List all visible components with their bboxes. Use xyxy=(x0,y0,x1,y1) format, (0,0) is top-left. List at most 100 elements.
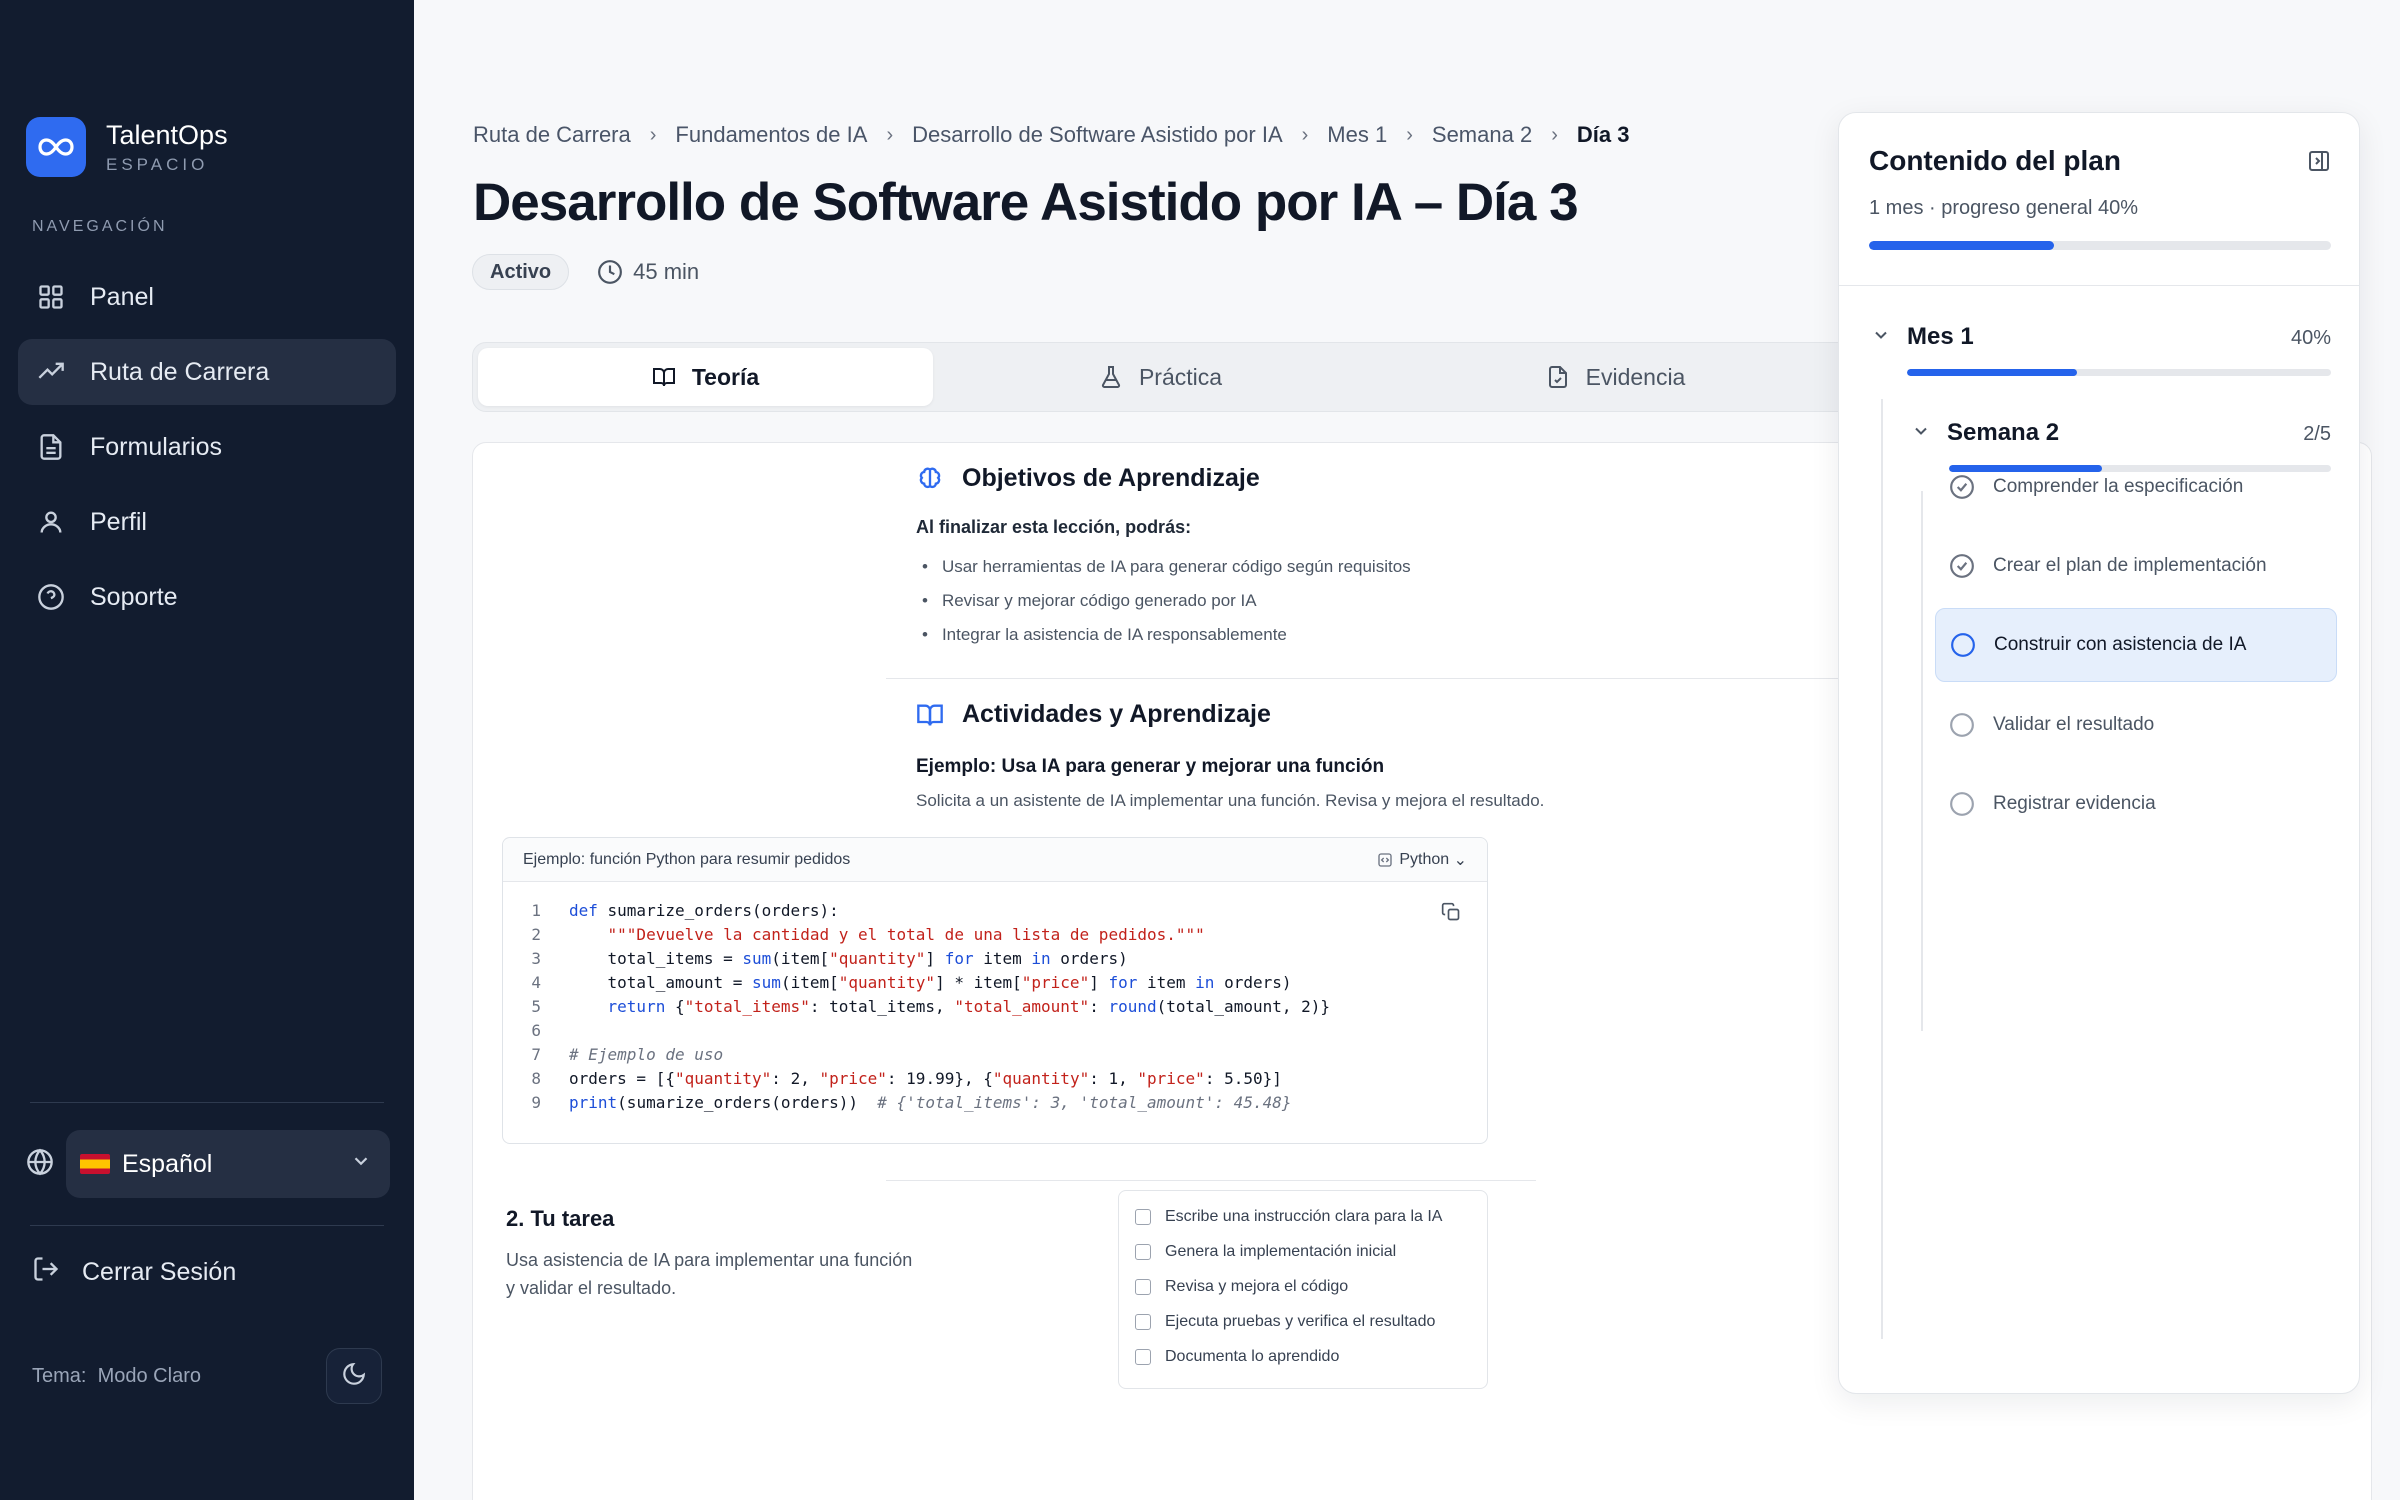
code-line: 3 total_items = sum (item["quantity"] for… xyxy=(503,946,1487,970)
code-token: # Ejemplo de uso xyxy=(569,1044,724,1064)
chevron-right-icon: › xyxy=(649,123,657,146)
code-token: "quantity" xyxy=(992,1068,1090,1088)
checklist-label: Revisa y mejora el código xyxy=(1165,1277,1349,1295)
checkbox[interactable] xyxy=(1135,1348,1151,1365)
code-line: 9 print (sumarize_orders(orders)) # {'tota… xyxy=(503,1090,1487,1114)
chevron-down-icon xyxy=(1871,325,1891,350)
brand[interactable]: TalentOps ESPACIO xyxy=(26,117,228,177)
breadcrumb-item[interactable]: Fundamentos de IA xyxy=(675,122,867,148)
activities-heading: Actividades y Aprendizaje xyxy=(916,700,1271,729)
panel-collapse-button[interactable] xyxy=(2307,149,2331,178)
example-title: Ejemplo: Usa IA para generar y mejorar u… xyxy=(916,756,1385,777)
tab-practica[interactable]: Práctica xyxy=(933,348,1388,406)
code-body[interactable]: 1 def sumarize_orders(orders): 2 """Devuel… xyxy=(503,882,1487,1114)
plan-step-label: Registrar evidencia xyxy=(1993,793,2156,814)
list-item: Integrar la asistencia de IA responsable… xyxy=(922,618,1411,652)
code-token: orders = [{ xyxy=(569,1068,675,1088)
checkbox[interactable] xyxy=(1135,1278,1151,1295)
plan-step-label: Construir con asistencia de IA xyxy=(1994,634,2247,655)
breadcrumb-item[interactable]: Semana 2 xyxy=(1432,122,1532,148)
breadcrumb-item[interactable]: Mes 1 xyxy=(1327,122,1387,148)
plan-step[interactable]: Construir con asistencia de IA xyxy=(1935,608,2337,682)
checklist-item[interactable]: Revisa y mejora el código xyxy=(1135,1269,1487,1304)
task-title: 2. Tu tarea xyxy=(506,1206,615,1231)
sidebar-item-ruta-de-carrera[interactable]: Ruta de Carrera xyxy=(18,339,396,405)
month-progress-bar xyxy=(1907,369,2331,376)
code-token: return xyxy=(607,996,666,1016)
checklist-item[interactable]: Ejecuta pruebas y verifica el resultado xyxy=(1135,1304,1487,1339)
theme-toggle-button[interactable] xyxy=(326,1348,382,1404)
language-value: Español xyxy=(122,1149,213,1178)
plan-step-label: Validar el resultado xyxy=(1993,714,2155,735)
task-description-line: Usa asistencia de IA para implementar un… xyxy=(506,1250,913,1270)
duration: 45 min xyxy=(597,259,699,285)
tab-teoria[interactable]: Teoría xyxy=(478,348,933,406)
plan-step[interactable]: Comprender la especificación xyxy=(1935,450,2337,524)
checkbox[interactable] xyxy=(1135,1243,1151,1260)
code-token: (total_amount, 2)} xyxy=(1156,996,1331,1016)
copy-icon xyxy=(1441,902,1460,921)
checklist-label: Genera la implementación inicial xyxy=(1165,1242,1397,1260)
logout-button[interactable]: Cerrar Sesión xyxy=(32,1255,236,1290)
overall-progress-bar xyxy=(1869,241,2331,250)
code-token: in xyxy=(1031,948,1051,968)
theme-label: Tema: Modo Claro xyxy=(32,1365,201,1388)
copy-button[interactable] xyxy=(1441,902,1461,927)
code-token: in xyxy=(1195,972,1215,992)
checklist-item[interactable]: Escribe una instrucción clara para la IA xyxy=(1135,1199,1487,1234)
tab-evidencia[interactable]: Evidencia xyxy=(1388,348,1843,406)
checkbox[interactable] xyxy=(1135,1313,1151,1330)
code-token: (sumarize_orders(orders)) xyxy=(617,1092,878,1112)
code-language-select[interactable]: Python ⌄ xyxy=(1377,850,1467,870)
sidebar-item-perfil[interactable]: Perfil xyxy=(18,489,396,555)
sidebar-item-soporte[interactable]: Soporte xyxy=(18,564,396,630)
code-line: 2 """Devuelve la cantidad y el total de … xyxy=(503,922,1487,946)
code-token: ] xyxy=(1089,972,1109,992)
code-token: "price" xyxy=(1021,972,1090,992)
code-token: ] xyxy=(925,948,945,968)
breadcrumb-item[interactable]: Ruta de Carrera xyxy=(473,122,631,148)
language-row: Español xyxy=(26,1130,390,1198)
task-description: Usa asistencia de IA para implementar un… xyxy=(506,1246,946,1302)
line-number: 6 xyxy=(531,1020,541,1040)
line-number: 9 xyxy=(531,1092,541,1112)
user-icon xyxy=(36,507,66,537)
code-token: : 1, xyxy=(1089,1068,1138,1088)
objectives-list: Usar herramientas de IA para generar cód… xyxy=(922,550,1411,652)
code-token: : total_items, xyxy=(809,996,955,1016)
week-row[interactable]: Semana 2 xyxy=(1911,419,2059,447)
code-token: item xyxy=(1137,972,1196,992)
check-circle-icon xyxy=(1949,474,1975,500)
code-token: total_items = xyxy=(569,948,743,968)
month-row[interactable]: Mes 1 xyxy=(1871,323,1974,351)
checkbox[interactable] xyxy=(1135,1208,1151,1225)
sidebar-item-panel[interactable]: Panel xyxy=(18,264,396,330)
checklist-item[interactable]: Documenta lo aprendido xyxy=(1135,1339,1487,1374)
spain-flag-icon xyxy=(80,1154,110,1174)
code-token: "total_items" xyxy=(684,996,810,1016)
plan-step[interactable]: Crear el plan de implementación xyxy=(1935,529,2337,603)
code-line: 8 orders = [{"quantity": 2, "price": 19.9… xyxy=(503,1066,1487,1090)
plan-step[interactable]: Registrar evidencia xyxy=(1935,767,2337,841)
tab-label: Teoría xyxy=(691,363,760,390)
language-select[interactable]: Español xyxy=(66,1130,390,1198)
flask-icon xyxy=(1101,366,1121,388)
objectives-intro: Al finalizar esta lección, podrás: xyxy=(916,517,1192,537)
code-token: item xyxy=(973,948,1032,968)
plan-step[interactable]: Validar el resultado xyxy=(1935,688,2337,762)
line-number: 7 xyxy=(531,1044,541,1064)
checklist-item[interactable]: Genera la implementación inicial xyxy=(1135,1234,1487,1269)
chevron-down-icon: ⌄ xyxy=(1453,851,1467,869)
code-token: sumarize_orders(orders): xyxy=(607,900,839,920)
tab-label: Práctica xyxy=(1138,363,1223,390)
month-progress-fill xyxy=(1907,369,2077,376)
plan-title: Contenido del plan xyxy=(1869,145,2121,176)
sidebar-divider xyxy=(30,1102,384,1103)
sidebar-item-label: Formularios xyxy=(90,432,222,461)
breadcrumb-current: Día 3 xyxy=(1576,122,1630,147)
sidebar-item-formularios[interactable]: Formularios xyxy=(18,414,396,480)
breadcrumb-item[interactable]: Desarrollo de Software Asistido por IA xyxy=(912,122,1283,148)
chevron-right-icon: › xyxy=(1406,123,1413,146)
